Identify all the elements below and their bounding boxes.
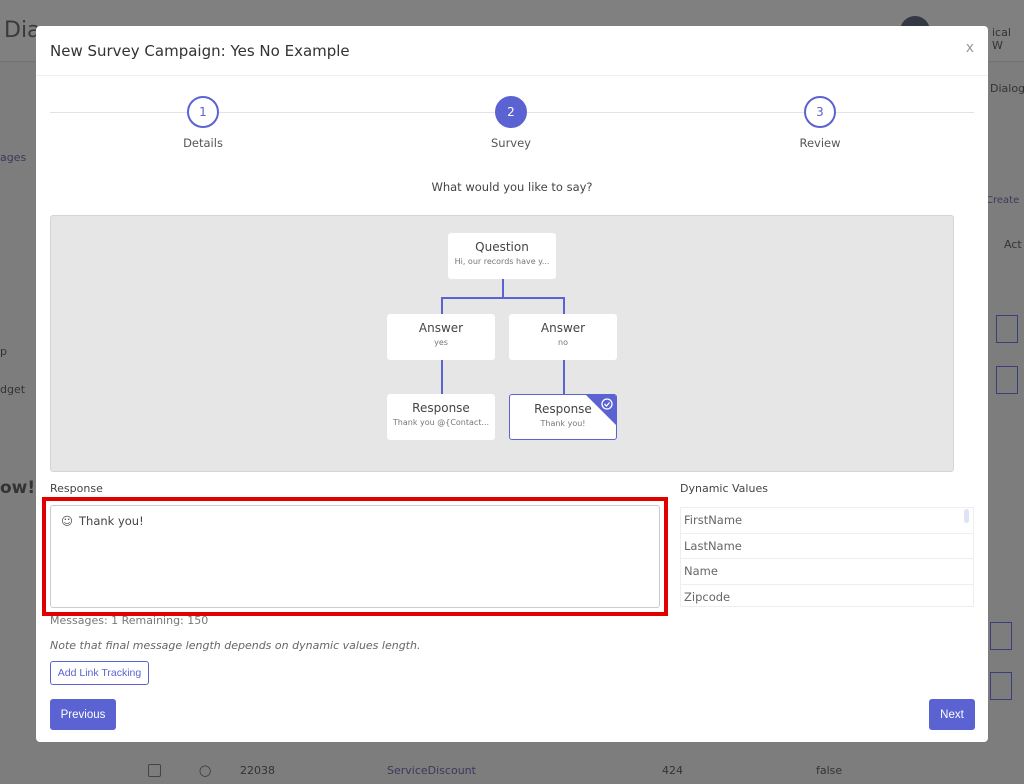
sidebar-item[interactable]: ages (0, 151, 26, 164)
row-checkbox[interactable] (148, 764, 161, 777)
row-id: 22038 (240, 764, 275, 777)
sidebar-item[interactable]: dget (0, 383, 25, 396)
send-icon[interactable] (996, 366, 1018, 394)
response-label: Response (50, 482, 103, 495)
row-flag: false (816, 764, 843, 777)
question-node[interactable]: Question Hi, our records have y... (448, 233, 556, 279)
connector (441, 297, 565, 299)
step-1-label: Details (183, 136, 223, 150)
survey-flow-canvas: Question Hi, our records have y... Answe… (50, 215, 954, 472)
highlight-box (42, 497, 668, 616)
send-icon[interactable] (990, 622, 1012, 650)
node-title: Response (412, 401, 470, 415)
connector (441, 297, 443, 314)
response-node-yes[interactable]: Response Thank you @{Contact... (387, 394, 495, 440)
step-2-label: Survey (490, 136, 531, 150)
add-link-tracking-button[interactable]: Add Link Tracking (50, 661, 149, 685)
step-2-circle[interactable]: 2 (495, 96, 527, 128)
response-node-no[interactable]: Response Thank you! (509, 394, 617, 440)
node-title: Answer (418, 321, 464, 335)
selected-check-icon (586, 395, 616, 425)
survey-campaign-modal: New Survey Campaign: Yes No Example x 1 … (36, 26, 988, 742)
connector (502, 279, 504, 298)
node-subtitle: Hi, our records have y... (454, 257, 550, 266)
scrollbar[interactable] (964, 509, 969, 523)
close-icon[interactable]: x (966, 40, 974, 56)
previous-button[interactable]: Previous (50, 699, 116, 730)
row-name-link[interactable]: ServiceDiscount (387, 764, 476, 777)
connector (441, 360, 443, 394)
chat-icon: ◯ (199, 764, 212, 777)
dynamic-value-item[interactable]: FirstName (681, 508, 973, 534)
send-icon[interactable] (990, 672, 1012, 700)
messages-info: Messages: 1 Remaining: 150 (50, 614, 209, 627)
sidebar-text: ow! (0, 478, 36, 498)
node-subtitle: Thank you @{Contact... (392, 418, 490, 427)
dynamic-values-label: Dynamic Values (680, 482, 768, 495)
dynamic-value-item[interactable]: Zipcode (681, 585, 973, 607)
tab-dialog[interactable]: Dialog (990, 82, 1024, 95)
length-note: Note that final message length depends o… (50, 639, 421, 652)
divider (36, 75, 988, 76)
user-name: ical W (992, 26, 1011, 52)
node-subtitle: yes (434, 338, 448, 347)
next-button[interactable]: Next (929, 699, 975, 730)
node-subtitle: no (558, 338, 568, 347)
create-button[interactable]: Create (986, 195, 1019, 206)
answer-node-no[interactable]: Answer no (509, 314, 617, 360)
sidebar-item[interactable]: p (0, 345, 7, 358)
node-title: Answer (540, 321, 586, 335)
prompt-text: What would you like to say? (431, 180, 593, 194)
node-title: Question (475, 240, 529, 254)
dynamic-value-item[interactable]: LastName (681, 534, 973, 559)
step-3-label: Review (799, 136, 841, 150)
modal-title: New Survey Campaign: Yes No Example (50, 42, 350, 60)
connector (563, 297, 565, 314)
step-3-circle[interactable]: 3 (804, 96, 836, 128)
connector (563, 360, 565, 394)
dynamic-value-item[interactable]: Name (681, 559, 973, 585)
row-count: 424 (662, 764, 683, 777)
send-icon[interactable] (996, 315, 1018, 343)
dynamic-values-list: FirstName LastName Name Zipcode (680, 507, 974, 607)
step-1-circle[interactable]: 1 (187, 96, 219, 128)
answer-node-yes[interactable]: Answer yes (387, 314, 495, 360)
actions-header: Act (1004, 238, 1022, 251)
